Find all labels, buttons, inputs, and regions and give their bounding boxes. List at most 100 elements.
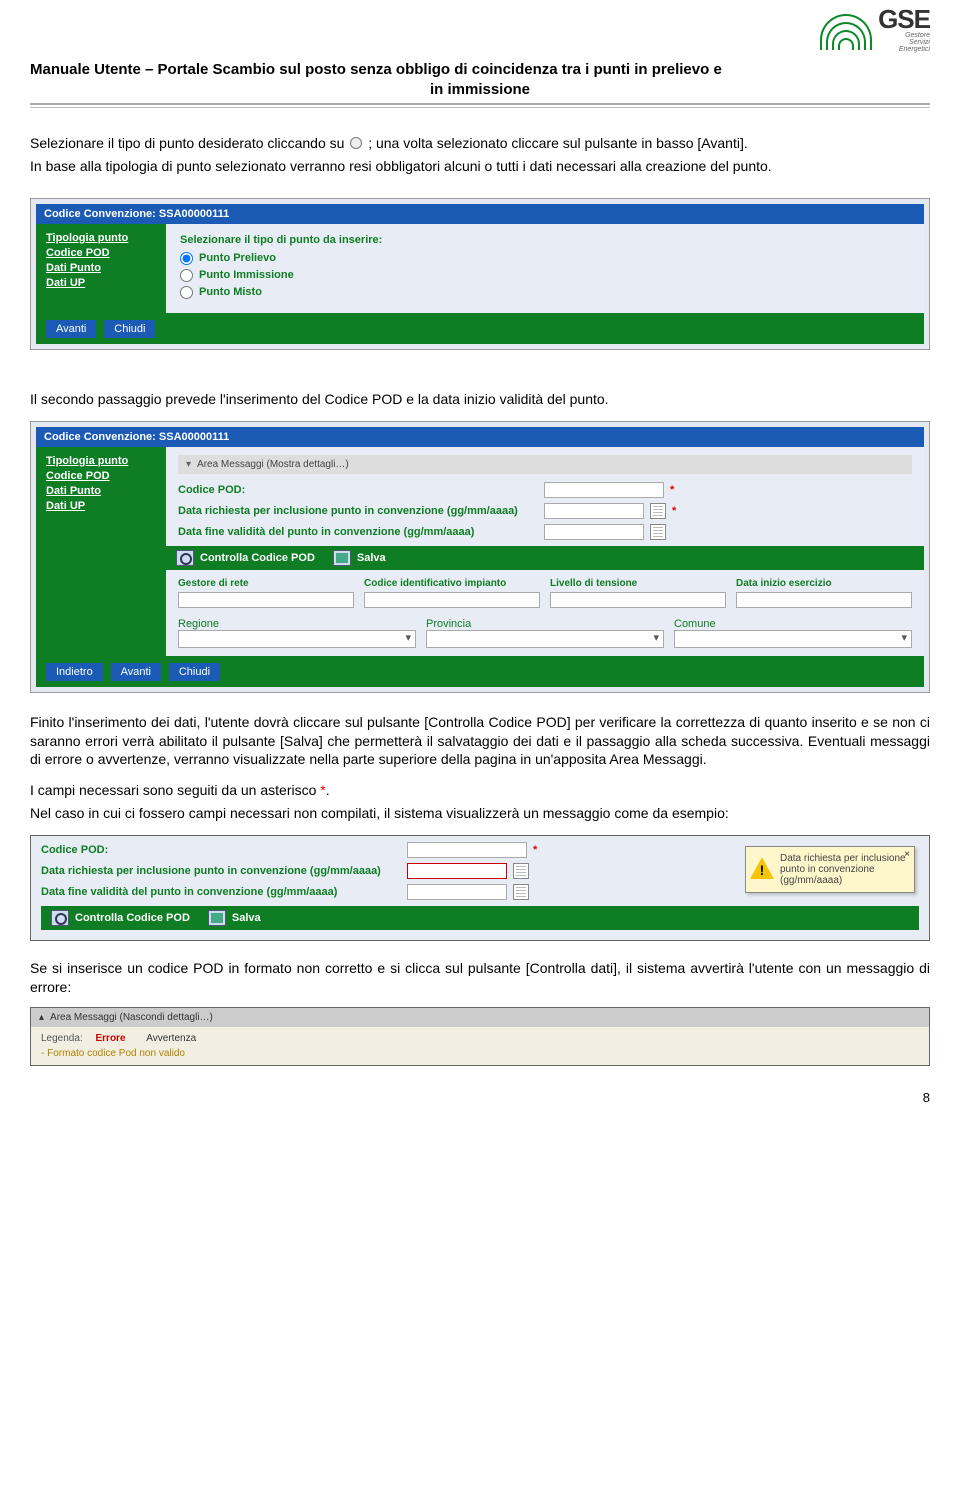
tipologia-prompt: Selezionare il tipo di punto da inserire… — [180, 234, 910, 246]
radio-misto[interactable]: Punto Misto — [180, 286, 910, 299]
regione-label: Regione — [178, 618, 416, 630]
conv-value: SSA00000111 — [159, 431, 229, 443]
detail-grid: Gestore di rete Codice identificativo im… — [178, 578, 912, 608]
page-header: GSE Gestore Servizi Energetici Manuale U… — [30, 0, 930, 108]
gestore-rete-label: Gestore di rete — [178, 578, 354, 589]
controlla-label: Controlla Codice POD — [200, 552, 315, 564]
convenzione-bar: Codice Convenzione: SSA00000111 — [36, 427, 924, 447]
radio-input[interactable] — [180, 252, 193, 265]
validation-tooltip: × ! Data richiesta per inclusione punto … — [745, 846, 915, 893]
indietro-button[interactable]: Indietro — [46, 663, 103, 681]
livello-tensione-field[interactable] — [550, 592, 726, 608]
intro-text: Selezionare il tipo di punto desiderato … — [30, 134, 930, 176]
area-messaggi-collapsed[interactable]: ▾ Area Messaggi (Mostra dettagli…) — [178, 455, 912, 474]
codice-pod-input[interactable] — [407, 842, 527, 858]
regione-select[interactable] — [178, 630, 416, 648]
conv-label: Codice Convenzione: — [44, 208, 156, 220]
side-nav: Tipologia punto Codice POD Dati Punto Da… — [36, 224, 166, 313]
divider — [30, 107, 930, 108]
sidebar-item-dati-up[interactable]: Dati UP — [46, 500, 156, 512]
data-fine-input[interactable] — [544, 524, 644, 540]
radio-input[interactable] — [180, 269, 193, 282]
after-p1: Finito l'inserimento dei dati, l'utente … — [30, 713, 930, 770]
legend-label: Legenda: — [41, 1033, 83, 1044]
after-panel2-text: Finito l'inserimento dei dati, l'utente … — [30, 713, 930, 823]
data-esercizio-label: Data inizio esercizio — [736, 578, 912, 589]
intro-p1b: ; una volta selezionato cliccare sul pul… — [368, 135, 748, 151]
mid-text: Il secondo passaggio prevede l'inserimen… — [30, 390, 930, 409]
close-icon[interactable]: × — [904, 849, 910, 860]
radio-immissione[interactable]: Punto Immissione — [180, 269, 910, 282]
save-icon — [208, 910, 226, 926]
sidebar-item-tipologia[interactable]: Tipologia punto — [46, 455, 156, 467]
mid-paragraph: Il secondo passaggio prevede l'inserimen… — [30, 390, 930, 409]
screenshot-tipologia-punto: Codice Convenzione: SSA00000111 Tipologi… — [30, 198, 930, 350]
codice-pod-input[interactable] — [544, 482, 664, 498]
salva-label: Salva — [357, 552, 386, 564]
chiudi-button[interactable]: Chiudi — [104, 320, 155, 338]
calendar-icon[interactable] — [650, 503, 666, 519]
required-star: * — [672, 505, 676, 517]
intro-p1a: Selezionare il tipo di punto desiderato … — [30, 135, 348, 151]
chiudi-button[interactable]: Chiudi — [169, 663, 220, 681]
page-number: 8 — [30, 1090, 930, 1105]
codice-pod-label: Codice POD: — [178, 484, 538, 496]
controlla-label: Controlla Codice POD — [75, 912, 190, 924]
gestore-rete-field[interactable] — [178, 592, 354, 608]
search-icon — [176, 550, 194, 566]
radio-input[interactable] — [180, 286, 193, 299]
codice-impianto-label: Codice identificativo impianto — [364, 578, 540, 589]
calendar-icon[interactable] — [650, 524, 666, 540]
sidebar-item-dati-punto[interactable]: Dati Punto — [46, 485, 156, 497]
salva-label: Salva — [232, 912, 261, 924]
location-grid: Regione Provincia Comune — [178, 618, 912, 648]
area-messaggi-label: Area Messaggi (Mostra dettagli…) — [197, 459, 349, 470]
sidebar-item-codice-pod[interactable]: Codice POD — [46, 470, 156, 482]
comune-select[interactable] — [674, 630, 912, 648]
legend: Legenda: Errore Avvertenza — [41, 1033, 919, 1044]
radio-prelievo[interactable]: Punto Prelievo — [180, 252, 910, 265]
sidebar-item-codice-pod[interactable]: Codice POD — [46, 247, 156, 259]
salva-button[interactable]: Salva — [333, 550, 386, 566]
radio-label: Punto Misto — [199, 286, 262, 298]
calendar-icon[interactable] — [513, 884, 529, 900]
sidebar-item-dati-up[interactable]: Dati UP — [46, 277, 156, 289]
data-fine-label: Data fine validità del punto in convenzi… — [178, 526, 538, 538]
intro-p2: In base alla tipologia di punto selezion… — [30, 157, 930, 176]
avanti-button[interactable]: Avanti — [46, 320, 96, 338]
divider — [30, 103, 930, 105]
codice-impianto-field[interactable] — [364, 592, 540, 608]
radio-label: Punto Immissione — [199, 269, 294, 281]
legend-warning: Avvertenza — [146, 1033, 196, 1044]
data-fine-input[interactable] — [407, 884, 507, 900]
logo-text: GSE Gestore Servizi Energetici — [878, 6, 930, 53]
controlla-codice-pod-button[interactable]: Controlla Codice POD — [176, 550, 315, 566]
after-panel3-p: Se si inserisce un codice POD in formato… — [30, 959, 930, 997]
sidebar-item-tipologia[interactable]: Tipologia punto — [46, 232, 156, 244]
data-inclusione-input[interactable] — [544, 503, 644, 519]
required-star: * — [670, 484, 674, 496]
pod-form: ▾ Area Messaggi (Mostra dettagli…) Codic… — [166, 447, 924, 656]
button-row: Indietro Avanti Chiudi — [36, 656, 924, 687]
salva-button[interactable]: Salva — [208, 910, 261, 926]
save-icon — [333, 550, 351, 566]
radio-label: Punto Prelievo — [199, 252, 276, 264]
after-panel3-text: Se si inserisce un codice POD in formato… — [30, 959, 930, 997]
controlla-codice-pod-button[interactable]: Controlla Codice POD — [51, 910, 190, 926]
doc-title-line1: Manuale Utente – Portale Scambio sul pos… — [30, 61, 722, 78]
provincia-select[interactable] — [426, 630, 664, 648]
after-p2a: I campi necessari sono seguiti da un ast… — [30, 782, 320, 798]
data-inclusione-input[interactable] — [407, 863, 507, 879]
chevron-down-icon: ▾ — [186, 459, 191, 470]
error-message: - Formato codice Pod non valido — [41, 1048, 919, 1059]
data-inclusione-label: Data richiesta per inclusione punto in c… — [178, 505, 538, 517]
provincia-label: Provincia — [426, 618, 664, 630]
conv-value: SSA00000111 — [159, 208, 229, 220]
area-messaggi-header[interactable]: ▴ Area Messaggi (Nascondi dettagli…) — [31, 1008, 929, 1027]
area-messaggi-body: Legenda: Errore Avvertenza - Formato cod… — [31, 1027, 929, 1065]
sidebar-item-dati-punto[interactable]: Dati Punto — [46, 262, 156, 274]
convenzione-bar: Codice Convenzione: SSA00000111 — [36, 204, 924, 224]
avanti-button[interactable]: Avanti — [111, 663, 161, 681]
data-esercizio-field[interactable] — [736, 592, 912, 608]
calendar-icon[interactable] — [513, 863, 529, 879]
